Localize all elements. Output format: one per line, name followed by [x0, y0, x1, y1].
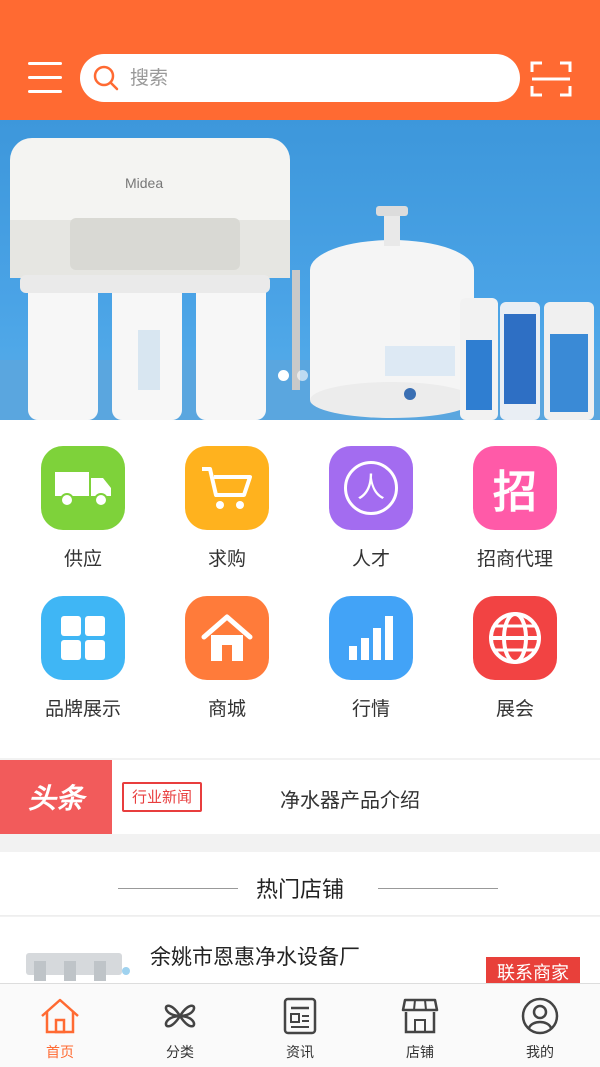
category-market[interactable]: 行情	[296, 570, 446, 720]
banner-brand-text: Midea	[125, 175, 163, 191]
category-mall[interactable]: 商城	[152, 570, 302, 720]
headline-logo: 头条	[0, 760, 112, 834]
menu-icon-bar	[28, 76, 62, 79]
carousel-dot[interactable]	[278, 370, 289, 381]
category-grid: 供应 求购 人 人才 招 招商代理 品牌展示 商城 行情 展会	[0, 420, 600, 758]
tab-label: 首页	[46, 1045, 74, 1061]
recruit-icon: 招	[473, 446, 557, 530]
grid-icon	[41, 596, 125, 680]
menu-icon-bar	[28, 62, 62, 65]
person-icon: 人	[329, 446, 413, 530]
bar-chart-icon	[329, 596, 413, 680]
search-input[interactable]	[130, 67, 490, 89]
globe-icon	[473, 596, 557, 680]
tab-label: 资讯	[286, 1045, 314, 1061]
category-exhibition[interactable]: 展会	[440, 570, 590, 720]
scan-icon[interactable]	[530, 60, 572, 98]
tab-store[interactable]: 店铺	[360, 984, 480, 1067]
category-brand-showcase[interactable]: 品牌展示	[8, 570, 158, 720]
tab-news[interactable]: 资讯	[240, 984, 360, 1067]
category-icon	[164, 1004, 196, 1028]
category-label: 品牌展示	[44, 698, 121, 720]
tab-label: 分类	[166, 1045, 194, 1061]
tab-home[interactable]: 首页	[0, 984, 120, 1067]
tab-label: 店铺	[406, 1045, 434, 1061]
carousel-dots	[278, 370, 308, 381]
menu-icon-bar	[28, 90, 62, 93]
category-label: 商城	[207, 698, 246, 720]
category-label: 人才	[351, 548, 390, 570]
category-label: 供应	[63, 548, 102, 570]
tab-category[interactable]: 分类	[120, 984, 240, 1067]
category-label: 展会	[495, 698, 534, 720]
category-label: 求购	[207, 548, 246, 570]
search-bar[interactable]	[80, 54, 520, 102]
house-icon	[185, 596, 269, 680]
shop-item[interactable]: 余姚市恩惠净水设备厂 联系商家	[0, 917, 600, 983]
user-icon	[521, 997, 559, 1035]
search-icon	[93, 65, 119, 91]
headline-tag[interactable]: 行业新闻	[122, 782, 203, 812]
store-icon	[401, 998, 439, 1034]
shop-name[interactable]: 余姚市恩惠净水设备厂	[150, 941, 360, 971]
category-talent[interactable]: 人 人才	[296, 420, 446, 570]
category-label: 招商代理	[476, 548, 553, 570]
recruit-icon-glyph: 招	[493, 467, 537, 518]
hot-shops-title: 热门店铺	[255, 878, 344, 903]
headline-bar: 头条 行业新闻 净水器产品介绍	[0, 760, 600, 834]
cart-icon	[185, 446, 269, 530]
carousel-dot[interactable]	[297, 370, 308, 381]
top-header	[0, 0, 600, 120]
tab-profile[interactable]: 我的	[480, 984, 600, 1067]
banner-carousel[interactable]: Midea	[0, 120, 600, 420]
truck-icon	[41, 446, 125, 530]
category-supply[interactable]: 供应	[8, 420, 158, 570]
contact-merchant-button[interactable]: 联系商家	[486, 957, 580, 983]
divider	[378, 888, 498, 889]
shop-thumbnail	[8, 917, 138, 983]
bottom-tab-bar: 首页 分类 资讯 店铺 我的	[0, 983, 600, 1067]
tab-label: 我的	[526, 1045, 554, 1061]
person-icon-glyph: 人	[344, 461, 398, 515]
category-label: 行情	[351, 698, 390, 720]
hot-shops-header: 热门店铺	[0, 852, 600, 916]
menu-button[interactable]	[28, 62, 64, 96]
headline-news-link[interactable]: 净水器产品介绍	[280, 784, 420, 813]
category-franchise[interactable]: 招 招商代理	[440, 420, 590, 570]
category-purchase[interactable]: 求购	[152, 420, 302, 570]
news-icon	[283, 997, 317, 1035]
home-icon	[41, 998, 79, 1034]
